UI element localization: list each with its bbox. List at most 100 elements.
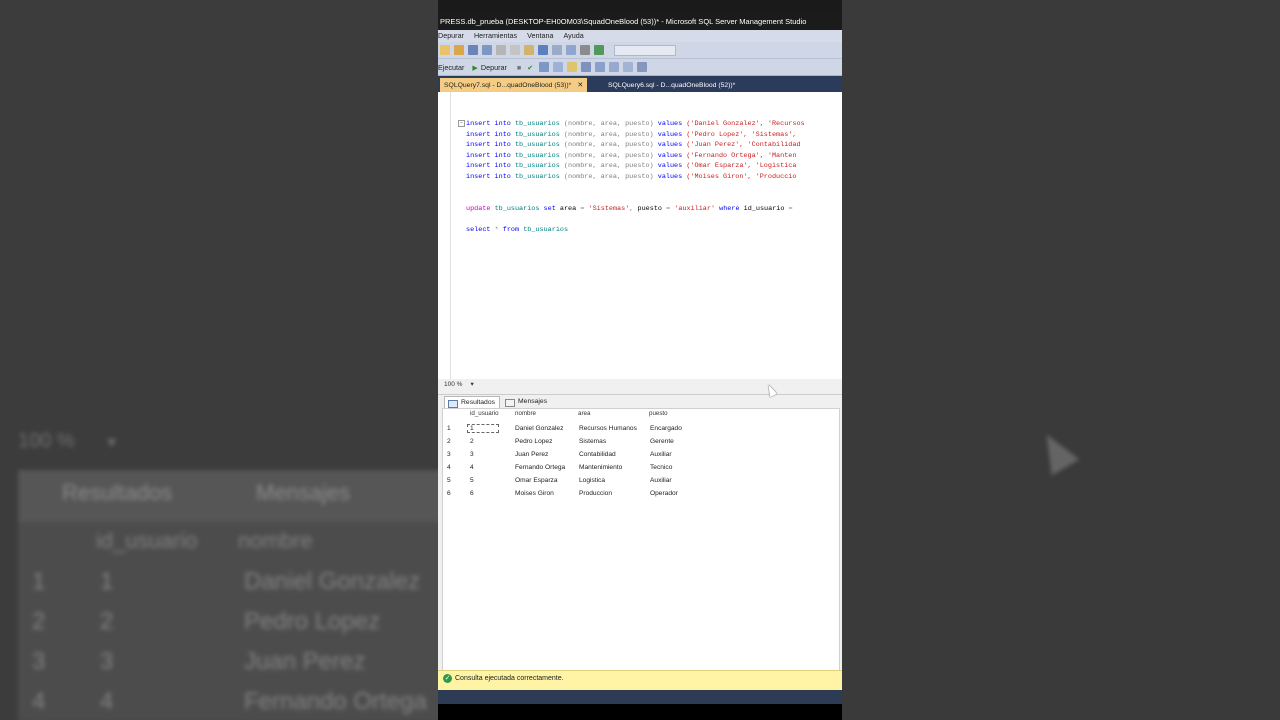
outdent-icon[interactable] [623, 62, 634, 72]
cell-id[interactable]: 5 [470, 477, 474, 484]
solution-config-combo[interactable] [614, 44, 676, 56]
execute-button[interactable]: Ejecutar [438, 63, 464, 72]
cell-area[interactable]: Sistemas [579, 438, 606, 445]
copy-icon[interactable] [510, 45, 520, 55]
cell-nombre[interactable]: Omar Esparza [515, 477, 558, 484]
table-row[interactable]: 2 2 Pedro Lopez Sistemas Gerente [443, 436, 839, 448]
paste-icon[interactable] [524, 45, 534, 55]
kw-insert: insert into [466, 173, 515, 181]
cell-area[interactable]: Recursos Humanos [579, 425, 637, 432]
bg-row-num: 2 [32, 608, 46, 635]
results-text-icon[interactable] [553, 62, 564, 72]
screenshot-icon[interactable] [580, 45, 590, 55]
menu-depurar[interactable]: Depurar [438, 30, 464, 42]
tab-label: Mensajes [518, 398, 548, 405]
table-row[interactable]: 6 6 Moises Giron Produccion Operador [443, 488, 839, 500]
cell-nombre[interactable]: Juan Perez [515, 451, 548, 458]
menu-herramientas[interactable]: Herramientas [474, 30, 517, 42]
chevron-down-icon[interactable]: ▾ [470, 381, 473, 388]
cell-nombre[interactable]: Moises Giron [515, 490, 554, 497]
kw-insert: insert into [466, 120, 515, 128]
insert-line-4: insert into tb_usuarios (nombre, area, p… [466, 152, 796, 160]
comment-icon[interactable] [581, 62, 592, 72]
table-row[interactable]: 4 4 Fernando Ortega Mantenimiento Tecnico [443, 462, 839, 474]
cell-area[interactable]: Contabilidad [579, 451, 616, 458]
cell-area[interactable]: Mantenimiento [579, 464, 622, 471]
cell-nombre[interactable]: Fernando Ortega [515, 464, 565, 471]
open-file-icon[interactable] [454, 45, 464, 55]
bg-tab-messages: Mensajes [256, 480, 351, 505]
cell-puesto[interactable]: Gerente [650, 438, 674, 445]
query-editor[interactable]: − insert into tb_usuarios (nombre, area,… [438, 92, 842, 379]
tab-mensajes[interactable]: Mensajes [502, 396, 551, 408]
column-header-puesto[interactable]: puesto [649, 410, 668, 417]
table-row[interactable]: 5 5 Omar Esparza Logistica Auxiliar [443, 475, 839, 487]
uncomment-icon[interactable] [595, 62, 606, 72]
cell-area[interactable]: Logistica [579, 477, 605, 484]
save-all-icon[interactable] [482, 45, 492, 55]
column-header-id-usuario[interactable]: id_usuario [470, 410, 499, 417]
table-row[interactable]: 1 1 Daniel Gonzalez Recursos Humanos Encarga… [443, 423, 839, 435]
column-header-nombre[interactable]: nombre [515, 410, 536, 417]
sql-editor-toolbar: Ejecutar ▶ Depurar ■ ✔ [438, 59, 842, 76]
bg-cell-id: 2 [100, 608, 114, 635]
insert-values: ('Fernando Ortega', 'Manten [686, 151, 797, 160]
indent-icon[interactable] [609, 62, 620, 72]
bg-cell-nombre: Fernando Ortega [244, 688, 427, 715]
tab-sqlquery6[interactable]: SQLQuery6.sql - D...quadOneBlood (52))* [604, 78, 739, 93]
cell-id[interactable]: 2 [470, 438, 474, 445]
results-grid[interactable]: id_usuario nombre area puesto 1 1 Daniel G… [442, 408, 840, 672]
collapse-icon[interactable]: − [458, 120, 465, 127]
kw-insert: insert into [466, 130, 515, 139]
cell-puesto[interactable]: Auxiliar [650, 451, 672, 458]
bg-header-id: id_usuario [96, 528, 198, 553]
cell-nombre[interactable]: Daniel Gonzalez [515, 425, 563, 432]
redo-icon[interactable] [552, 45, 562, 55]
start-icon[interactable] [594, 45, 604, 55]
insert-line-3: insert into tb_usuarios (nombre, area, p… [466, 141, 801, 149]
menu-ventana[interactable]: Ventana [527, 30, 553, 42]
parse-check-icon[interactable]: ✔ [527, 63, 533, 72]
cell-id[interactable]: 6 [470, 490, 474, 497]
results-grid-icon[interactable] [539, 62, 550, 72]
save-icon[interactable] [468, 45, 478, 55]
undo-icon[interactable] [538, 45, 548, 55]
insert-values: ('Moises Giron', 'Produccio [686, 173, 797, 181]
operator: = [666, 205, 671, 213]
bg-cell-nombre: Daniel Gonzalez [244, 568, 421, 595]
column-list: (nombre, area, puesto) [559, 162, 658, 171]
new-query-icon[interactable] [440, 45, 450, 55]
menu-bar: Depurar Herramientas Ventana Ayuda [438, 30, 842, 42]
cell-puesto[interactable]: Auxiliar [650, 477, 672, 484]
table-row[interactable]: 3 3 Juan Perez Contabilidad Auxiliar [443, 449, 839, 461]
cell-puesto[interactable]: Operador [650, 490, 678, 497]
column-list: (nombre, area, puesto) [559, 173, 658, 181]
column-header-area[interactable]: area [578, 410, 590, 417]
debug-button[interactable]: Depurar [481, 63, 507, 72]
cell-nombre[interactable]: Pedro Lopez [515, 438, 552, 445]
menu-ayuda[interactable]: Ayuda [564, 30, 584, 42]
kw-from: from [502, 226, 520, 234]
row-number: 4 [447, 464, 451, 471]
cell-puesto[interactable]: Tecnico [650, 464, 672, 471]
cell-id[interactable]: 3 [470, 451, 474, 458]
cell-area[interactable]: Produccion [579, 490, 612, 497]
stop-icon[interactable]: ■ [517, 63, 521, 72]
kw-where: where [719, 205, 740, 213]
cell-id[interactable]: 4 [470, 464, 474, 471]
close-icon[interactable]: ✕ [577, 82, 583, 89]
zoom-level[interactable]: 100 % [444, 381, 462, 388]
specify-values-icon[interactable] [637, 62, 648, 72]
kw-insert: insert into [466, 151, 515, 160]
column-name: area [559, 205, 577, 213]
kw-values: values [657, 141, 683, 150]
cut-icon[interactable] [496, 45, 506, 55]
status-band [438, 690, 842, 704]
result-tabs: Resultados Mensajes [438, 394, 842, 409]
navigate-icon[interactable] [566, 45, 576, 55]
tab-sqlquery7[interactable]: SQLQuery7.sql - D...quadOneBlood (53))* ✕ [440, 78, 588, 93]
results-file-icon[interactable] [567, 62, 578, 72]
cell-puesto[interactable]: Encargado [650, 425, 682, 432]
play-icon: ▶ [472, 62, 478, 72]
cell-id[interactable]: 1 [467, 424, 499, 433]
